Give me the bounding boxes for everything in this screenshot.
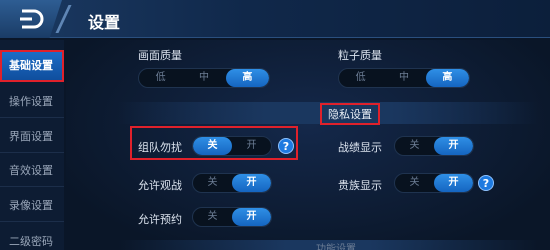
sidebar-item-controls[interactable]: 操作设置 [0,86,64,118]
particle-quality-high[interactable]: 高 [425,69,469,87]
back-logo-icon [20,9,44,29]
noble-display-label: 贵族显示 [338,179,382,192]
noble-display-off[interactable]: 关 [395,174,434,192]
screen-quality-selector[interactable]: 低 中 高 [138,68,270,88]
sidebar-item-basic[interactable]: 基础设置 [0,50,64,82]
particle-quality-label: 粒子质量 [338,49,382,62]
allow-reserve-toggle[interactable]: 关 开 [192,207,272,227]
record-display-off[interactable]: 关 [395,137,434,155]
screen-quality-low[interactable]: 低 [139,69,182,87]
particle-quality-mid[interactable]: 中 [382,69,425,87]
screen-quality-label: 画面质量 [138,49,182,62]
sidebar-item-secondary-password[interactable]: 二级密码 [0,226,64,250]
screen-quality-mid[interactable]: 中 [182,69,225,87]
allow-reserve-on[interactable]: 开 [232,208,271,226]
noble-display-toggle[interactable]: 关 开 [394,173,474,193]
record-display-label: 战绩显示 [338,141,382,154]
allow-watch-label: 允许观战 [138,179,182,192]
allow-watch-off[interactable]: 关 [193,174,232,192]
team-dnd-help-icon[interactable]: ? [278,138,294,154]
allow-watch-toggle[interactable]: 关 开 [192,173,272,193]
noble-display-on[interactable]: 开 [434,174,473,192]
sidebar-item-interface[interactable]: 界面设置 [0,121,64,153]
allow-watch-on[interactable]: 开 [232,174,271,192]
back-button[interactable] [0,0,62,38]
particle-quality-low[interactable]: 低 [339,69,382,87]
screen-quality-high[interactable]: 高 [225,69,269,87]
function-section-title: 功能设置 [316,244,356,250]
header-divider [55,5,81,33]
team-dnd-on[interactable]: 开 [232,137,271,155]
privacy-section-header: 隐私设置 [118,102,538,125]
settings-panel: 画面质量 低 中 高 粒子质量 低 中 高 隐私设置 组队勿扰 关 开 ? 允许… [66,40,550,250]
particle-quality-selector[interactable]: 低 中 高 [338,68,470,88]
sidebar-item-sound[interactable]: 音效设置 [0,155,64,187]
noble-display-help-icon[interactable]: ? [478,175,494,191]
sidebar-item-replay[interactable]: 录像设置 [0,190,64,222]
team-dnd-off[interactable]: 关 [193,137,232,155]
top-bar: 设置 [0,0,550,38]
function-section-header: 功能设置 [118,240,538,250]
team-dnd-label: 组队勿扰 [138,141,182,154]
page-title: 设置 [88,13,121,32]
privacy-section-title: 隐私设置 [320,103,380,125]
record-display-on[interactable]: 开 [434,137,473,155]
allow-reserve-label: 允许预约 [138,213,182,226]
team-dnd-toggle[interactable]: 关 开 [192,136,272,156]
allow-reserve-off[interactable]: 关 [193,208,232,226]
record-display-toggle[interactable]: 关 开 [394,136,474,156]
sidebar: 基础设置 操作设置 界面设置 音效设置 录像设置 二级密码 [0,40,64,250]
